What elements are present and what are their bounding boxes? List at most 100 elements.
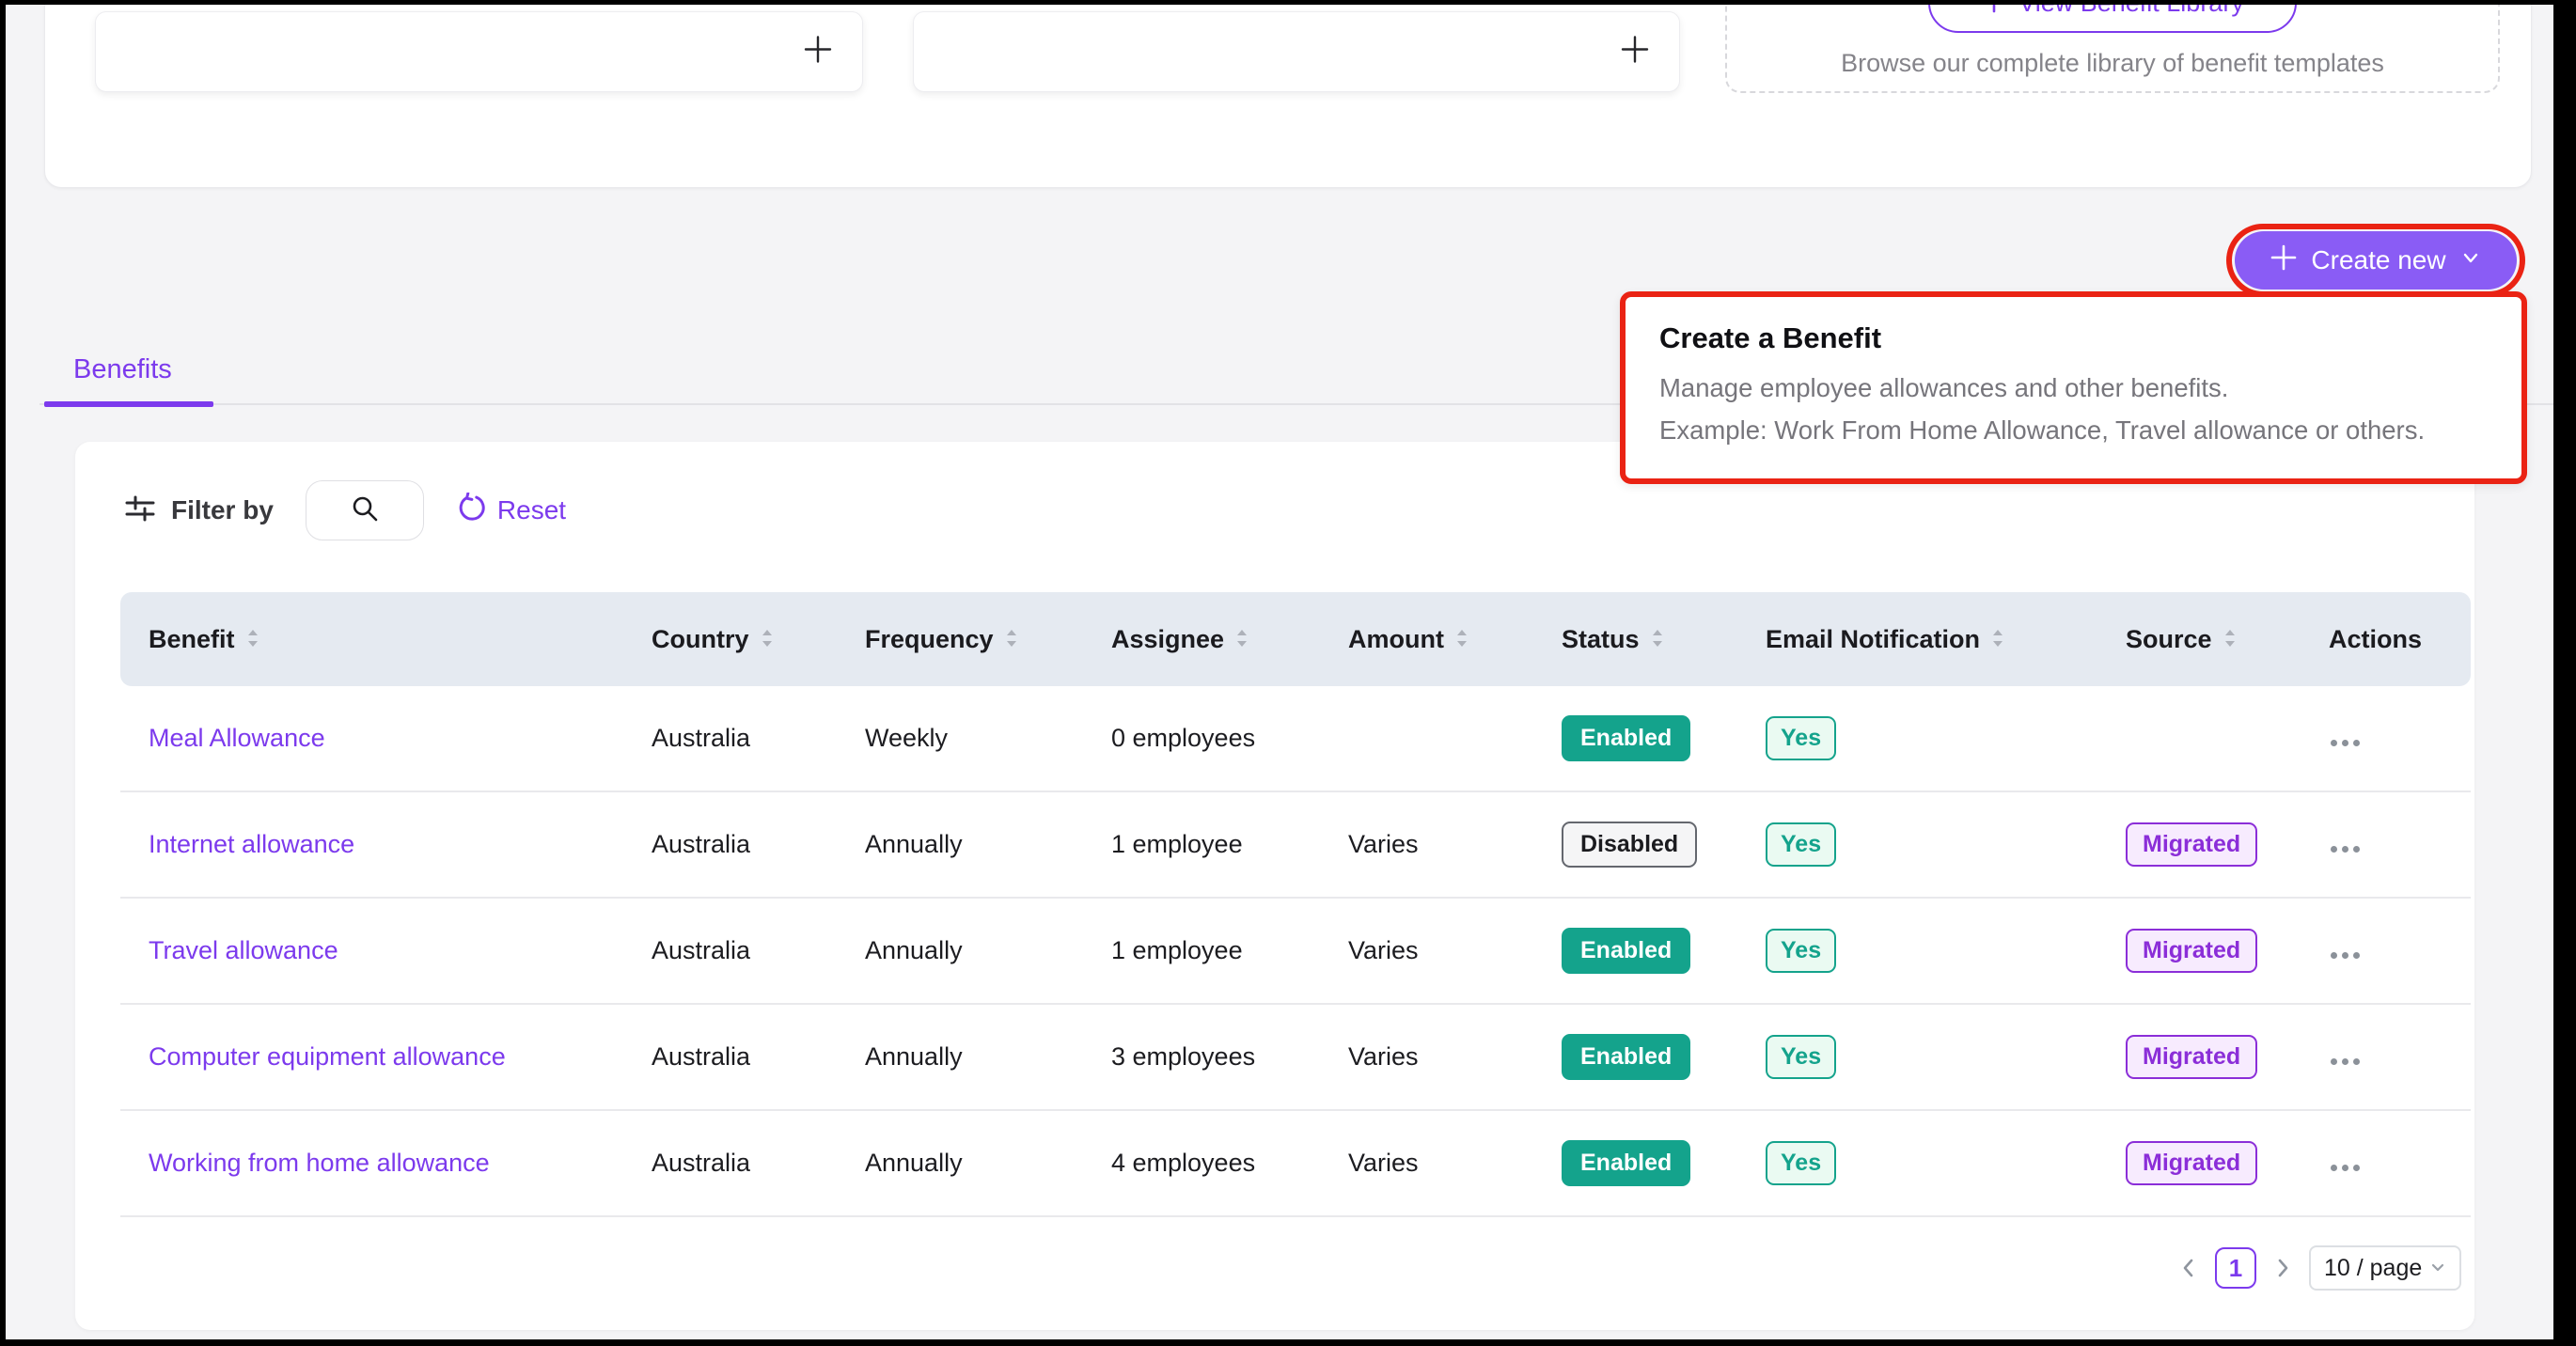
table-row: Meal Allowance Australia Weekly 0 employ… bbox=[120, 686, 2471, 792]
benefit-library-card: View Benefit Library Browse our complete… bbox=[1725, 5, 2500, 93]
benefits-table-card: Filter by Reset bbox=[75, 442, 2474, 1330]
source-badge: Migrated bbox=[2126, 822, 2257, 867]
plus-icon bbox=[2270, 243, 2298, 278]
more-actions-icon[interactable] bbox=[2329, 740, 2360, 746]
next-page-icon[interactable] bbox=[2273, 1256, 2292, 1280]
cell-amount: Varies bbox=[1320, 936, 1533, 965]
column-header-amount[interactable]: Amount bbox=[1320, 625, 1533, 654]
create-new-button[interactable]: Create new bbox=[2235, 231, 2517, 290]
sort-icon bbox=[1455, 625, 1469, 654]
table-row: Working from home allowance Australia An… bbox=[120, 1111, 2471, 1217]
status-badge: Enabled bbox=[1562, 1140, 1690, 1186]
tab-active-underline bbox=[44, 401, 213, 407]
callout-title: Create a Benefit bbox=[1659, 321, 2488, 355]
status-badge: Enabled bbox=[1562, 1034, 1690, 1080]
benefit-link[interactable]: Working from home allowance bbox=[149, 1149, 490, 1177]
email-notification-badge: Yes bbox=[1766, 822, 1836, 867]
cell-frequency: Annually bbox=[837, 1042, 1083, 1072]
filter-sliders-icon bbox=[124, 493, 156, 529]
cell-country: Australia bbox=[623, 1042, 837, 1072]
previous-page-icon[interactable] bbox=[2179, 1256, 2198, 1280]
benefit-link[interactable]: Internet allowance bbox=[149, 830, 354, 858]
cell-frequency: Annually bbox=[837, 830, 1083, 859]
benefits-table: Benefit Country Frequency Assignee Amoun… bbox=[120, 592, 2471, 1217]
column-header-frequency[interactable]: Frequency bbox=[837, 625, 1083, 654]
status-badge: Disabled bbox=[1562, 822, 1697, 868]
table-row: Travel allowance Australia Annually 1 em… bbox=[120, 899, 2471, 1005]
column-header-benefit[interactable]: Benefit bbox=[120, 625, 623, 654]
page-size-select[interactable]: 10 / page bbox=[2309, 1245, 2461, 1291]
column-header-assignee[interactable]: Assignee bbox=[1083, 625, 1320, 654]
cell-amount: Varies bbox=[1320, 830, 1533, 859]
email-notification-badge: Yes bbox=[1766, 1141, 1836, 1185]
cell-country: Australia bbox=[623, 830, 837, 859]
source-badge: Migrated bbox=[2126, 929, 2257, 973]
add-benefit-card-2[interactable] bbox=[913, 11, 1680, 92]
source-badge: Migrated bbox=[2126, 1035, 2257, 1079]
sort-icon bbox=[1991, 625, 2004, 654]
sort-icon bbox=[1651, 625, 1664, 654]
sort-icon bbox=[1005, 625, 1018, 654]
search-input[interactable] bbox=[306, 480, 424, 540]
page-background: View Benefit Library Browse our complete… bbox=[6, 5, 2553, 1339]
cell-country: Australia bbox=[623, 936, 837, 965]
sort-icon bbox=[2223, 625, 2237, 654]
plus-icon bbox=[1981, 5, 2007, 20]
table-row: Internet allowance Australia Annually 1 … bbox=[120, 792, 2471, 899]
status-badge: Enabled bbox=[1562, 928, 1690, 974]
cell-assignee: 1 employee bbox=[1083, 936, 1320, 965]
cell-country: Australia bbox=[623, 1149, 837, 1178]
cell-country: Australia bbox=[623, 724, 837, 753]
screenshot-frame: View Benefit Library Browse our complete… bbox=[0, 0, 2576, 1346]
cell-assignee: 4 employees bbox=[1083, 1149, 1320, 1178]
more-actions-icon[interactable] bbox=[2329, 846, 2360, 853]
status-badge: Enabled bbox=[1562, 715, 1690, 761]
reset-label: Reset bbox=[497, 495, 566, 525]
reset-filters-button[interactable]: Reset bbox=[456, 493, 566, 529]
create-new-label: Create new bbox=[2311, 245, 2445, 275]
benefit-link[interactable]: Travel allowance bbox=[149, 936, 338, 964]
cell-assignee: 1 employee bbox=[1083, 830, 1320, 859]
filter-bar: Filter by Reset bbox=[124, 477, 566, 543]
more-actions-icon[interactable] bbox=[2329, 1058, 2360, 1065]
view-benefit-library-button[interactable]: View Benefit Library bbox=[1928, 5, 2297, 33]
more-actions-icon[interactable] bbox=[2329, 1165, 2360, 1171]
column-header-actions: Actions bbox=[2301, 625, 2471, 654]
add-benefit-card-1[interactable] bbox=[95, 11, 863, 92]
email-notification-badge: Yes bbox=[1766, 716, 1836, 760]
page-size-value: 10 / page bbox=[2324, 1255, 2422, 1282]
cell-amount: Varies bbox=[1320, 1149, 1533, 1178]
benefit-link[interactable]: Meal Allowance bbox=[149, 724, 325, 752]
cell-assignee: 0 employees bbox=[1083, 724, 1320, 753]
email-notification-badge: Yes bbox=[1766, 1035, 1836, 1079]
filter-by-label: Filter by bbox=[171, 495, 274, 525]
cell-frequency: Annually bbox=[837, 1149, 1083, 1178]
callout-line-1: Manage employee allowances and other ben… bbox=[1659, 367, 2488, 409]
page-number-button[interactable]: 1 bbox=[2215, 1247, 2256, 1289]
chevron-down-icon bbox=[2429, 1255, 2446, 1282]
cell-frequency: Weekly bbox=[837, 724, 1083, 753]
cell-assignee: 3 employees bbox=[1083, 1042, 1320, 1072]
more-actions-icon[interactable] bbox=[2329, 952, 2360, 959]
reset-icon bbox=[456, 493, 486, 529]
email-notification-badge: Yes bbox=[1766, 929, 1836, 973]
search-icon bbox=[350, 493, 380, 528]
column-header-country[interactable]: Country bbox=[623, 625, 837, 654]
cell-frequency: Annually bbox=[837, 936, 1083, 965]
table-header-row: Benefit Country Frequency Assignee Amoun… bbox=[120, 592, 2471, 686]
tab-benefits[interactable]: Benefits bbox=[73, 354, 172, 385]
chevron-down-icon bbox=[2459, 245, 2482, 275]
sort-icon bbox=[1235, 625, 1249, 654]
annotation-callout: Create a Benefit Manage employee allowan… bbox=[1620, 291, 2527, 484]
sort-icon bbox=[761, 625, 774, 654]
column-header-status[interactable]: Status bbox=[1533, 625, 1737, 654]
benefit-link[interactable]: Computer equipment allowance bbox=[149, 1042, 506, 1071]
table-row: Computer equipment allowance Australia A… bbox=[120, 1005, 2471, 1111]
benefit-templates-panel: View Benefit Library Browse our complete… bbox=[44, 5, 2532, 188]
pagination: 1 10 / page bbox=[2179, 1245, 2461, 1291]
plus-icon bbox=[802, 34, 834, 70]
sort-icon bbox=[246, 625, 259, 654]
column-header-email-notification[interactable]: Email Notification bbox=[1737, 625, 2097, 654]
column-header-source[interactable]: Source bbox=[2097, 625, 2301, 654]
source-badge: Migrated bbox=[2126, 1141, 2257, 1185]
